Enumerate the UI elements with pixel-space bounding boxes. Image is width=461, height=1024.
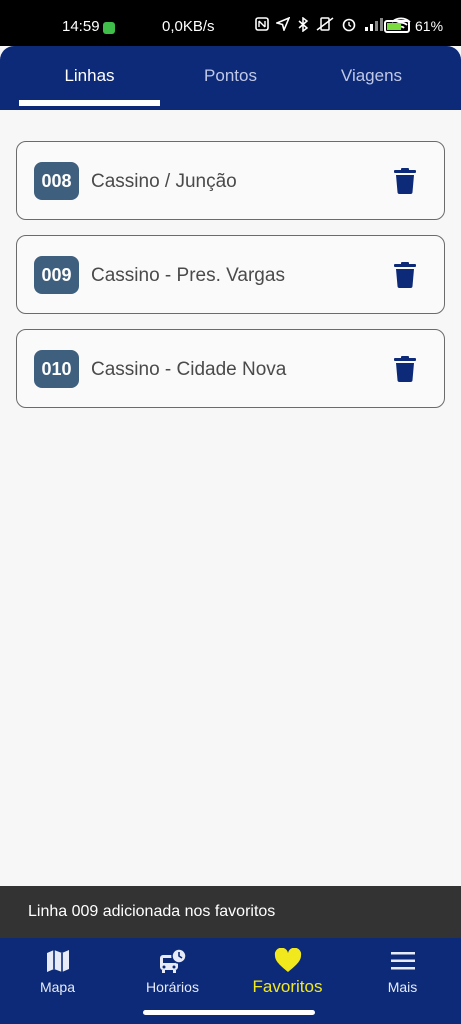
line-name: Cassino - Pres. Vargas [91,265,285,286]
trash-icon[interactable] [393,356,417,382]
nav-favoritos[interactable]: Favoritos [230,938,345,1006]
favorite-line-item[interactable]: 009 Cassino - Pres. Vargas [16,235,445,314]
trash-icon[interactable] [393,262,417,288]
status-bar: 14:59 0,0KB/s 61% [0,0,461,46]
bus-clock-icon [159,948,187,973]
bottom-navigation: Mapa Horários Favoritos Mais [0,938,461,1024]
location-icon [276,17,290,31]
favorites-list: 008 Cassino / Junção 009 Cassino - Pres.… [16,141,445,423]
nav-label: Favoritos [252,977,323,996]
tab-linhas[interactable]: Linhas [19,46,160,106]
home-indicator[interactable] [143,1010,315,1015]
menu-icon [390,952,415,970]
map-icon [46,950,69,972]
line-name: Cassino - Cidade Nova [91,359,287,380]
active-tab-indicator [19,100,160,106]
battery-icon [384,20,410,33]
line-code-badge: 008 [34,162,79,200]
favorite-line-item[interactable]: 008 Cassino / Junção [16,141,445,220]
line-name: Cassino / Junção [91,171,237,192]
nfc-icon [255,17,269,31]
line-code-badge: 009 [34,256,79,294]
snackbar-message: Linha 009 adicionada nos favoritos [28,903,276,920]
trash-icon[interactable] [393,168,417,194]
network-speed: 0,0KB/s [162,18,215,35]
favorite-line-item[interactable]: 010 Cassino - Cidade Nova [16,329,445,408]
line-code-badge: 010 [34,350,79,388]
nav-label: Mais [387,979,418,995]
nav-horarios[interactable]: Horários [115,938,230,1006]
system-icons [220,16,411,32]
status-time: 14:59 [62,18,100,35]
alarm-icon [342,18,356,32]
tab-pontos[interactable]: Pontos [160,46,301,106]
nav-label: Horários [146,979,199,995]
vibrate-off-icon [316,17,334,31]
snackbar: Linha 009 adicionada nos favoritos [0,886,461,938]
heart-icon [274,948,301,972]
battery-percent: 61% [415,18,444,34]
nav-mapa[interactable]: Mapa [0,938,115,1006]
app-notification-icon [103,22,115,34]
nav-label: Mapa [39,979,76,995]
signal-icon [365,18,383,31]
bluetooth-icon [298,16,309,32]
tab-viagens[interactable]: Viagens [301,46,442,106]
nav-mais[interactable]: Mais [345,938,460,1006]
